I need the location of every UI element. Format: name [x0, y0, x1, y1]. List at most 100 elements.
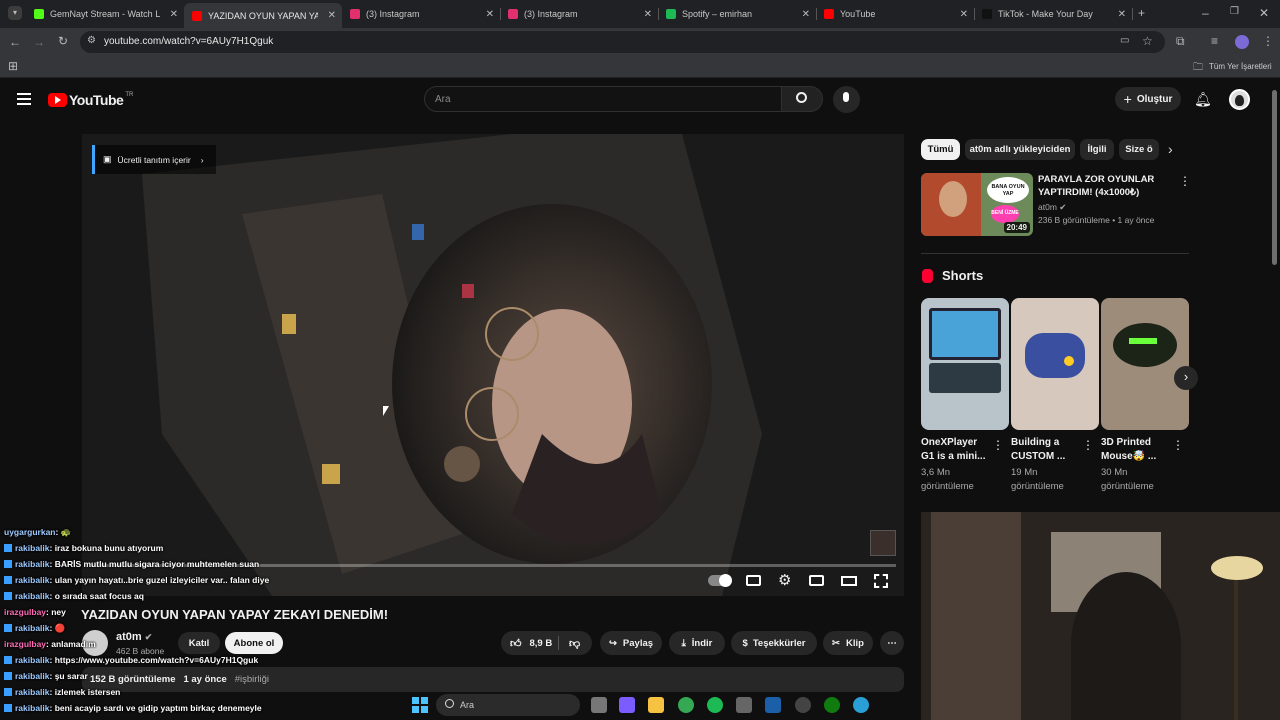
video-frame [82, 134, 904, 596]
notifications-bell-icon[interactable]: 🔔︎ [1194, 91, 1212, 108]
short-title-3[interactable]: 3D Printed Mouse🤯 ... [1101, 436, 1171, 464]
account-avatar[interactable] [1229, 89, 1250, 110]
tab-close-icon[interactable]: ✕ [960, 9, 968, 20]
reload-icon[interactable]: ↻ [58, 34, 68, 48]
short-thumbnail-2[interactable] [1011, 298, 1099, 430]
folder-icon[interactable]: 🗀 [1193, 60, 1203, 77]
url-field[interactable]: ⚙ youtube.com/watch?v=6AUy7H1Qguk ▭ ☆ [80, 31, 1165, 53]
short-menu-icon[interactable]: ⋮ [992, 438, 1004, 452]
chip-related[interactable]: İlgili [1080, 139, 1114, 160]
autoplay-toggle[interactable] [708, 574, 732, 587]
tab-close-icon[interactable]: ✕ [1118, 9, 1126, 20]
recommended-meta: 236 B görüntüleme • 1 ay önce [1038, 215, 1155, 225]
edge-icon[interactable] [853, 697, 869, 713]
short-menu-icon[interactable]: ⋮ [1172, 438, 1184, 452]
video-player[interactable]: ▣ Ücretli tanıtım içerir › ⚙ [82, 134, 904, 596]
chip-all[interactable]: Tümü [921, 139, 960, 160]
recommended-channel[interactable]: at0m ✔ [1038, 202, 1066, 213]
obs-icon[interactable] [795, 697, 811, 713]
recommended-thumbnail[interactable]: BANA OYUN YAP BENİ ÜZME 20:49 [921, 173, 1033, 236]
thanks-button[interactable]: $ Teşekkürler [731, 631, 817, 655]
shorts-next-button[interactable]: › [1174, 366, 1198, 390]
description-box[interactable]: 152 B görüntüleme 1 ay önce #işbirliği [82, 667, 904, 692]
subscribe-button[interactable]: Abone ol [225, 632, 283, 654]
chip-for-you[interactable]: Size ö [1119, 139, 1159, 160]
bookmark-star-icon[interactable]: ☆ [1142, 34, 1153, 48]
spotify-icon[interactable] [707, 697, 723, 713]
tab-search-icon[interactable]: ▾ [8, 6, 22, 20]
chrome-icon[interactable] [678, 697, 694, 713]
search-input[interactable]: Ara [424, 86, 782, 112]
copilot-icon[interactable] [619, 697, 635, 713]
menu-dots-icon[interactable]: ⋮ [1262, 34, 1274, 48]
tab-close-icon[interactable]: ✕ [802, 9, 810, 20]
forward-icon[interactable]: → [33, 35, 45, 49]
profile-avatar[interactable] [1235, 35, 1249, 49]
short-title-2[interactable]: Building a CUSTOM ... [1011, 436, 1081, 464]
xbox-icon[interactable] [824, 697, 840, 713]
extensions-icon[interactable]: ⧉ [1176, 34, 1185, 49]
restore-icon[interactable]: ❐ [1230, 6, 1239, 17]
channel-name[interactable]: at0m ✔ [116, 631, 152, 643]
tab-close-icon[interactable]: ✕ [170, 9, 178, 20]
miniplayer-icon[interactable] [809, 575, 824, 586]
apps-grid-icon[interactable]: ⊞ [8, 59, 18, 73]
short-thumbnail-1[interactable] [921, 298, 1009, 430]
search-button[interactable] [781, 86, 823, 112]
browser-tab[interactable]: YouTube ✕ [816, 3, 975, 25]
minimize-icon[interactable]: – [1202, 6, 1209, 20]
all-bookmarks-label[interactable]: Tüm Yer İşaretleri [1209, 62, 1272, 71]
youtube-logo[interactable]: YouTube TR [48, 92, 133, 108]
like-button[interactable]: 👍︎ 8,9 B [501, 636, 559, 650]
more-actions-button[interactable]: ⋯ [880, 631, 904, 655]
calculator-icon[interactable] [736, 697, 752, 713]
chip-from-uploader[interactable]: at0m adlı yükleyiciden [965, 139, 1075, 160]
short-menu-icon[interactable]: ⋮ [1082, 438, 1094, 452]
chat-username: rakibalik [15, 703, 50, 713]
recommended-menu-icon[interactable]: ⋮ [1179, 174, 1191, 188]
share-button[interactable]: ↪ Paylaş [600, 631, 662, 655]
download-button[interactable]: ⤓ İndir [669, 631, 725, 655]
voice-search-button[interactable] [833, 86, 860, 113]
create-button[interactable]: + Oluştur [1115, 87, 1181, 111]
browser-tab[interactable]: YAZIDAN OYUN YAPAN YA ✕ [184, 3, 342, 28]
theater-mode-icon[interactable] [841, 576, 857, 586]
subtitles-icon[interactable] [746, 575, 761, 586]
fullscreen-icon[interactable] [874, 574, 888, 588]
logo-text: YouTube [69, 92, 124, 108]
browser-tab[interactable]: TikTok - Make Your Day ✕ [974, 3, 1133, 25]
subscriber-badge-icon [4, 656, 12, 664]
recommended-title[interactable]: PARAYLA ZOR OYUNLAR YAPTIRDIM! (4x1000₺) [1038, 173, 1173, 199]
cast-icon[interactable]: ▭ [1120, 35, 1129, 46]
join-button[interactable]: Katıl [178, 632, 220, 654]
paid-promotion-badge[interactable]: ▣ Ücretli tanıtım içerir › [92, 145, 216, 174]
chips-next-icon[interactable]: › [1168, 141, 1173, 157]
windows-start-icon[interactable] [412, 697, 428, 713]
short-title-1[interactable]: OneXPlayer G1 is a mini... [921, 436, 991, 464]
scissors-icon: ✂ [832, 637, 840, 649]
browser-tab[interactable]: GemNayt Stream - Watch Live o ✕ [26, 3, 184, 25]
browser-tab[interactable]: (3) Instagram ✕ [500, 3, 659, 25]
new-tab-icon[interactable]: + [1138, 6, 1145, 20]
task-view-icon[interactable] [591, 697, 607, 713]
clip-button[interactable]: ✂ Klip [823, 631, 873, 655]
settings-gear-icon[interactable]: ⚙ [778, 571, 791, 589]
hashtag[interactable]: #işbirliği [235, 674, 269, 685]
tab-close-icon[interactable]: ✕ [328, 10, 336, 21]
browser-tab[interactable]: Spotify – emirhan ✕ [658, 3, 817, 25]
taskbar-search[interactable]: Ara [436, 694, 580, 716]
site-info-icon[interactable]: ⚙ [87, 35, 96, 46]
media-icon[interactable]: ≡ [1211, 34, 1218, 48]
page-scrollbar[interactable] [1272, 90, 1277, 265]
tab-close-icon[interactable]: ✕ [486, 9, 494, 20]
thumbs-down-icon[interactable]: 👎︎ [569, 637, 580, 650]
steam-icon[interactable] [765, 697, 781, 713]
tab-favicon-icon [192, 10, 202, 21]
short-thumbnail-3[interactable] [1101, 298, 1189, 430]
file-explorer-icon[interactable] [648, 697, 664, 713]
close-window-icon[interactable]: ✕ [1259, 6, 1269, 20]
tab-close-icon[interactable]: ✕ [644, 9, 652, 20]
back-icon[interactable]: ← [9, 35, 21, 49]
browser-tab[interactable]: (3) Instagram ✕ [342, 3, 501, 25]
hamburger-menu-icon[interactable] [17, 93, 31, 105]
